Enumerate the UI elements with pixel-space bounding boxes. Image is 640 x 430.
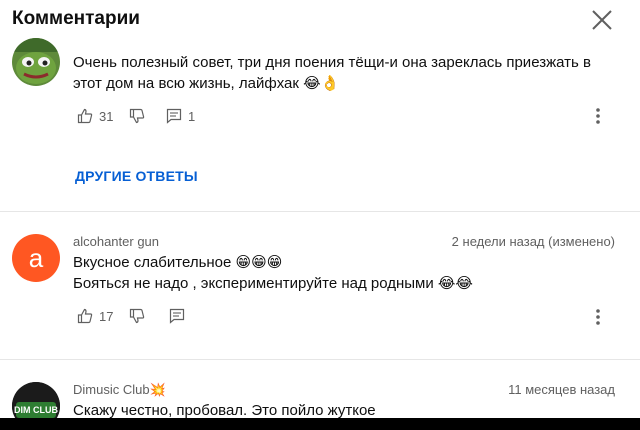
more-options-icon[interactable] <box>586 305 610 329</box>
like-button[interactable]: 17 <box>77 305 113 327</box>
more-options-icon[interactable] <box>586 104 610 128</box>
like-button[interactable]: 31 <box>77 105 113 127</box>
dislike-button[interactable] <box>129 105 145 127</box>
avatar[interactable] <box>12 38 60 86</box>
header-title: Комментарии <box>12 8 140 29</box>
comment-line: Очень полезный совет, три дня поения тёщ… <box>73 54 591 71</box>
dislike-button[interactable] <box>129 305 145 327</box>
comment-line: Вкусное слабительное 😁😁😁 <box>73 254 283 271</box>
thumbs-down-icon <box>129 108 145 124</box>
comment-timestamp: 11 месяцев назад <box>508 382 615 397</box>
comment-text: Очень полезный совет, три дня поения тёщ… <box>73 52 613 94</box>
thumbs-up-icon <box>77 108 93 124</box>
comment-icon <box>169 308 185 324</box>
comment-author[interactable]: alcohanter gun <box>73 234 159 249</box>
comment-line: Бояться не надо , экспериментируйте над … <box>73 275 473 292</box>
reply-button[interactable] <box>169 305 185 327</box>
divider <box>0 211 640 212</box>
avatar[interactable]: a <box>12 234 60 282</box>
reply-button[interactable]: 1 <box>166 105 195 127</box>
comment-timestamp: 2 недели назад (изменено) <box>451 234 615 249</box>
like-count: 17 <box>99 308 114 324</box>
thumbs-down-icon <box>129 308 145 324</box>
avatar-letter: a <box>28 242 44 273</box>
divider <box>0 359 640 360</box>
other-replies-link[interactable]: ДРУГИЕ ОТВЕТЫ <box>75 168 198 184</box>
comment-icon <box>166 108 182 124</box>
reply-count: 1 <box>188 108 196 124</box>
comment-line: этот дом на всю жизнь, лайфхак 😂👌 <box>73 75 340 92</box>
bottom-edge <box>0 418 640 430</box>
close-icon[interactable] <box>588 6 616 34</box>
svg-text:DIM CLUB: DIM CLUB <box>14 405 58 415</box>
comments-header: Комментарии <box>0 0 640 42</box>
thumbs-up-icon <box>77 308 93 324</box>
comment-text: Вкусное слабительное 😁😁😁 Бояться не надо… <box>73 252 613 294</box>
pepe-frog-avatar <box>12 38 60 86</box>
like-count: 31 <box>99 108 114 124</box>
comment-author[interactable]: Dimusic Club💥 <box>73 382 166 398</box>
